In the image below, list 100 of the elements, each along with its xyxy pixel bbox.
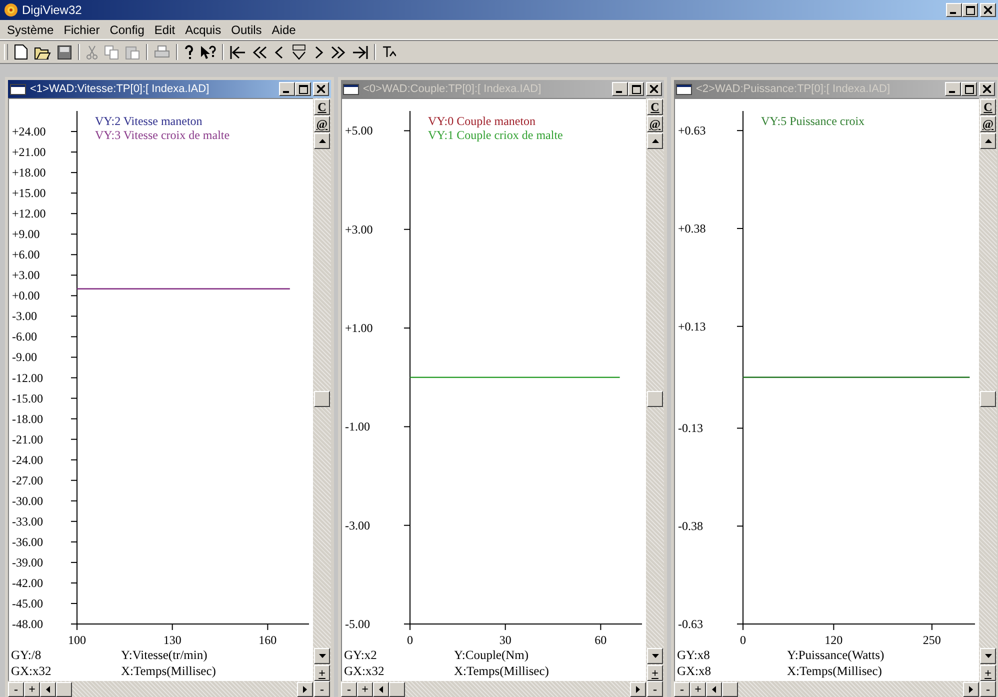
zoom-button[interactable]: +: [690, 682, 706, 696]
axis-label: +1.00: [345, 321, 373, 336]
axis-label: -3.00: [345, 518, 370, 532]
axis-label: +12.00: [12, 206, 46, 221]
y-axis-title: Y:Puissance(Watts): [787, 647, 884, 663]
menu-item[interactable]: Outils: [226, 22, 267, 36]
side-button[interactable]: @: [980, 116, 996, 132]
stop-icon[interactable]: [290, 44, 308, 60]
scroll-thumb[interactable]: [722, 682, 738, 696]
axis-label: +0.00: [12, 288, 40, 303]
copy-icon[interactable]: [104, 44, 119, 60]
zoom-button[interactable]: -: [980, 681, 996, 697]
axis-label: +15.00: [12, 186, 46, 200]
side-button[interactable]: C: [314, 99, 330, 115]
maximize-button[interactable]: [962, 3, 978, 17]
scroll-right-button[interactable]: [630, 682, 646, 696]
axis-label: -24.00: [12, 452, 43, 467]
zoom-button[interactable]: +: [647, 665, 663, 681]
scroll-thumb[interactable]: [389, 682, 405, 696]
scroll-thumb[interactable]: [980, 390, 996, 406]
help-icon[interactable]: [184, 44, 194, 60]
fast-forward-icon[interactable]: [330, 44, 346, 60]
axis-label: +5.00: [345, 124, 373, 138]
close-button[interactable]: [979, 82, 995, 96]
new-file-icon[interactable]: [14, 44, 28, 60]
menu-item[interactable]: Config: [104, 22, 150, 36]
minimize-button[interactable]: [279, 82, 295, 96]
legend-label: VY:1 Couple criox de malte: [428, 128, 563, 142]
menu-item[interactable]: Système: [2, 22, 59, 36]
menu-item[interactable]: Aide: [266, 22, 301, 36]
axis-label: -36.00: [12, 534, 43, 549]
zoom-button[interactable]: +: [357, 682, 373, 696]
up-arrow-icon: [318, 139, 326, 143]
zoom-button[interactable]: -: [8, 682, 24, 696]
y-scale-label: GY:x8: [676, 647, 711, 663]
folder-icon[interactable]: [34, 44, 51, 60]
maximize-button[interactable]: [961, 82, 977, 96]
maximize-icon: [964, 84, 974, 94]
scroll-up-button[interactable]: [314, 133, 330, 149]
scroll-up-button[interactable]: [980, 133, 996, 149]
minimize-button[interactable]: [946, 3, 962, 17]
scroll-thumb[interactable]: [56, 682, 72, 696]
down-arrow-icon: [318, 654, 326, 658]
zoom-button[interactable]: -: [314, 681, 330, 697]
zoom-button[interactable]: +: [314, 665, 330, 681]
window-title: <1>WAD:Vitesse:TP[0]:[ Indexa.IAD]: [30, 83, 210, 95]
window-icon: [343, 84, 359, 94]
axis-label: +24.00: [12, 124, 46, 139]
clipboard-icon[interactable]: [125, 44, 140, 60]
maximize-button[interactable]: [628, 82, 644, 96]
step-forward-icon[interactable]: [314, 44, 324, 60]
minimize-button[interactable]: [945, 82, 961, 96]
axis-label: -0.38: [678, 519, 703, 534]
scroll-down-button[interactable]: [314, 648, 330, 664]
close-button[interactable]: [646, 82, 662, 96]
minimize-button[interactable]: [612, 82, 628, 96]
axis-label: 100: [68, 633, 86, 647]
axis-label: +6.00: [12, 248, 40, 262]
save-icon[interactable]: [57, 44, 72, 60]
scroll-up-button[interactable]: [647, 133, 663, 149]
step-back-icon[interactable]: [274, 44, 284, 60]
context-help-icon[interactable]: [200, 44, 216, 60]
close-button[interactable]: [980, 3, 996, 17]
side-button[interactable]: C: [980, 99, 996, 115]
zoom-button[interactable]: -: [341, 682, 357, 696]
app-title: DigiView32: [22, 3, 82, 17]
zoom-button[interactable]: -: [674, 682, 690, 696]
close-icon: [984, 6, 992, 14]
close-icon: [317, 85, 325, 93]
scroll-left-button[interactable]: [373, 682, 389, 696]
menu-item[interactable]: Fichier: [58, 22, 105, 36]
zoom-button[interactable]: +: [24, 682, 40, 696]
axis-label: -33.00: [12, 514, 43, 528]
fast-rewind-icon[interactable]: [252, 44, 268, 60]
zoom-button[interactable]: +: [980, 665, 996, 681]
axis-label: -30.00: [12, 494, 43, 508]
scroll-left-button[interactable]: [40, 682, 56, 696]
menu-item[interactable]: Acquis: [180, 22, 226, 36]
skip-last-icon[interactable]: [352, 44, 368, 60]
scroll-right-button[interactable]: [963, 682, 979, 696]
side-button[interactable]: @: [314, 116, 330, 132]
scroll-left-button[interactable]: [706, 682, 722, 696]
printer-icon[interactable]: [154, 45, 170, 59]
axis-label: -39.00: [12, 555, 43, 570]
zoom-button[interactable]: -: [647, 681, 663, 697]
scroll-down-button[interactable]: [980, 648, 996, 664]
scroll-thumb[interactable]: [647, 390, 663, 406]
y-axis-title: Y:Vitesse(tr/min): [121, 647, 208, 663]
axis-label: 60: [594, 633, 607, 647]
close-button[interactable]: [313, 82, 329, 96]
side-button[interactable]: C: [647, 99, 663, 115]
axis-label: +0.63: [678, 124, 706, 138]
scroll-thumb[interactable]: [314, 390, 330, 406]
menu-item[interactable]: Edit: [149, 22, 180, 36]
text-tool-icon[interactable]: [382, 45, 396, 59]
side-button[interactable]: @: [647, 116, 663, 132]
maximize-button[interactable]: [295, 82, 311, 96]
scroll-down-button[interactable]: [647, 648, 663, 664]
scroll-right-button[interactable]: [297, 682, 313, 696]
skip-first-icon[interactable]: [230, 44, 246, 60]
